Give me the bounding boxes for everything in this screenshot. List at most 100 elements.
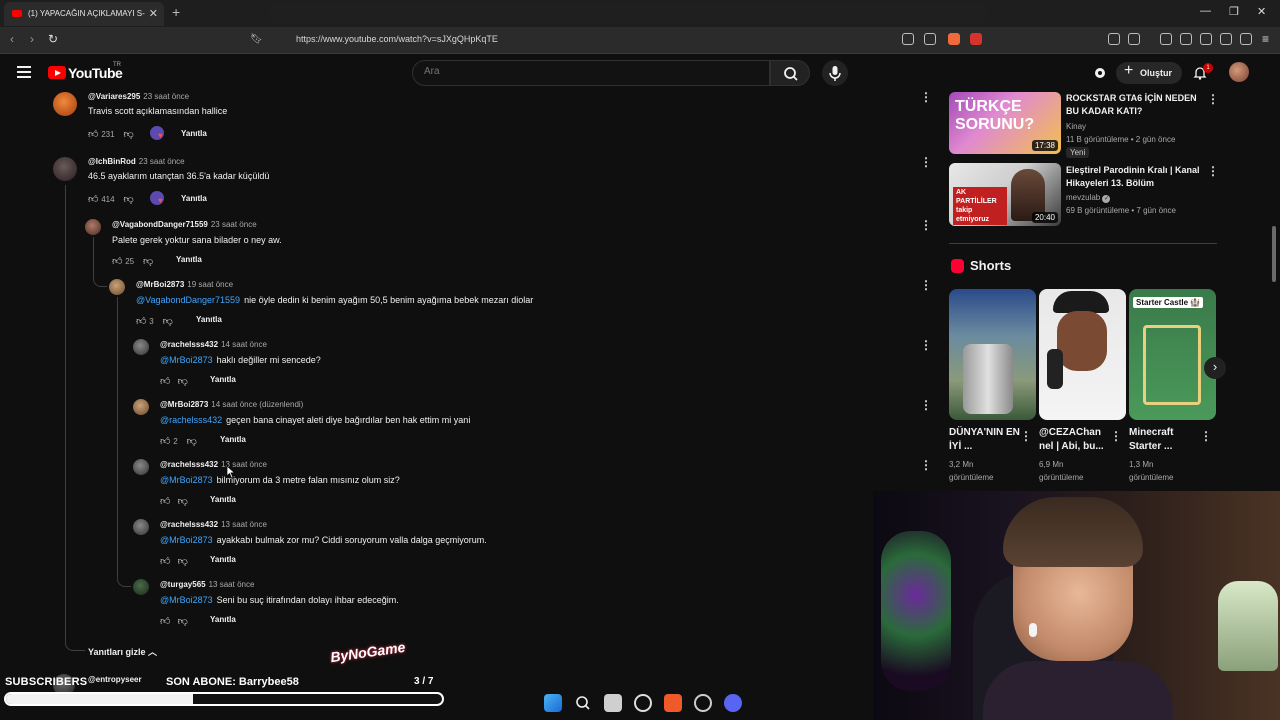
- maximize-button[interactable]: ❐: [1229, 5, 1239, 18]
- dislike-icon[interactable]: 👎︎: [178, 615, 189, 627]
- avatar[interactable]: [85, 219, 101, 235]
- comment-author[interactable]: @IchBinRod 23 saat önce: [88, 157, 185, 166]
- video-thumbnail[interactable]: TÜRKÇE SORUNU? 17:38: [949, 92, 1061, 154]
- reload-icon[interactable]: ↻: [48, 32, 58, 46]
- url-field[interactable]: [268, 3, 988, 24]
- like-icon[interactable]: 👍︎: [160, 555, 171, 567]
- shorts-thumbnail[interactable]: Starter Castle 🏰: [1129, 289, 1216, 420]
- sidebar-icon[interactable]: [1180, 33, 1192, 45]
- avatar[interactable]: [53, 92, 77, 116]
- dislike-icon[interactable]: 👎︎: [178, 375, 189, 387]
- comment-author[interactable]: @turgay565 13 saat önce: [160, 580, 254, 589]
- video-thumbnail[interactable]: AK PARTİLİLER takip etmiyoruz 20:40: [949, 163, 1061, 226]
- screenshot-icon[interactable]: [1128, 33, 1140, 45]
- dislike-icon[interactable]: 👎︎: [187, 435, 198, 447]
- avatar[interactable]: [109, 279, 125, 295]
- create-button[interactable]: Oluştur: [1116, 60, 1182, 84]
- mention-link[interactable]: @MrBoi2873: [160, 475, 213, 485]
- reply-button[interactable]: Yanıtla: [176, 255, 202, 264]
- comment-author[interactable]: @VagabondDanger71559 23 saat önce: [112, 220, 257, 229]
- reply-button[interactable]: Yanıtla: [181, 194, 207, 203]
- reply-button[interactable]: Yanıtla: [210, 615, 236, 624]
- dislike-icon[interactable]: 👎︎: [178, 495, 189, 507]
- like-icon[interactable]: 👍︎: [160, 375, 171, 387]
- more-options-icon[interactable]: ⋮: [920, 155, 932, 169]
- discord-icon[interactable]: [724, 694, 742, 712]
- scrollbar-thumb[interactable]: [1272, 226, 1276, 282]
- extensions-icon[interactable]: [1108, 33, 1120, 45]
- mention-link[interactable]: @MrBoi2873: [160, 535, 213, 545]
- shorts-title[interactable]: @CEZAChan nel | Abi, bu...: [1039, 426, 1117, 454]
- gear-icon[interactable]: [1092, 65, 1108, 81]
- reply-button[interactable]: Yanıtla: [196, 315, 222, 324]
- shorts-thumbnail[interactable]: [949, 289, 1036, 420]
- avatar[interactable]: [133, 339, 149, 355]
- reply-button[interactable]: Yanıtla: [220, 435, 246, 444]
- like-icon[interactable]: 👍︎: [112, 255, 123, 267]
- comment-author[interactable]: @MrBoi2873 19 saat önce: [136, 280, 233, 289]
- windows-start-icon[interactable]: [544, 694, 562, 712]
- back-icon[interactable]: ‹: [10, 32, 14, 46]
- mention-link[interactable]: @MrBoi2873: [160, 355, 213, 365]
- like-icon[interactable]: 👍︎: [160, 435, 171, 447]
- more-options-icon[interactable]: ⋮: [1110, 429, 1122, 443]
- wallet-icon[interactable]: [1200, 33, 1212, 45]
- avatar[interactable]: [53, 157, 77, 181]
- channel-name[interactable]: mevzulab ✓: [1066, 193, 1111, 203]
- dislike-icon[interactable]: 👎︎: [143, 255, 154, 267]
- search-button[interactable]: [770, 60, 810, 86]
- like-icon[interactable]: 👍︎: [136, 315, 147, 327]
- brave-browser-icon[interactable]: [664, 694, 682, 712]
- new-tab-button[interactable]: +: [172, 4, 180, 20]
- mention-link[interactable]: @MrBoi2873: [160, 595, 213, 605]
- reply-button[interactable]: Yanıtla: [210, 375, 236, 384]
- next-arrow-button[interactable]: ›: [1204, 357, 1226, 379]
- avatar[interactable]: [133, 399, 149, 415]
- shorts-title[interactable]: DÜNYA'NIN EN İYİ ...: [949, 426, 1027, 454]
- more-options-icon[interactable]: ⋮: [920, 338, 932, 352]
- cast-icon[interactable]: [902, 33, 914, 45]
- avatar[interactable]: [133, 519, 149, 535]
- more-options-icon[interactable]: ⋮: [920, 90, 932, 104]
- dislike-icon[interactable]: 👎︎: [178, 555, 189, 567]
- account-avatar[interactable]: [1229, 62, 1249, 82]
- mention-link[interactable]: @rachelsss432: [160, 415, 222, 425]
- task-view-icon[interactable]: [604, 694, 622, 712]
- search-icon[interactable]: [574, 694, 592, 712]
- like-icon[interactable]: 👍︎: [88, 193, 99, 205]
- like-icon[interactable]: 👍︎: [160, 615, 171, 627]
- reply-button[interactable]: Yanıtla: [210, 495, 236, 504]
- channel-name[interactable]: Kinay: [1066, 122, 1086, 131]
- avatar[interactable]: [133, 459, 149, 475]
- mention-link[interactable]: @VagabondDanger71559: [136, 295, 240, 305]
- voice-search-button[interactable]: [822, 60, 848, 86]
- vpn-icon[interactable]: [1240, 33, 1252, 45]
- reply-button[interactable]: Yanıtla: [210, 555, 236, 564]
- more-options-icon[interactable]: ⋮: [1020, 429, 1032, 443]
- avatar[interactable]: [133, 579, 149, 595]
- reply-button[interactable]: Yanıtla: [181, 129, 207, 138]
- like-icon[interactable]: 👍︎: [160, 495, 171, 507]
- url-text[interactable]: https://www.youtube.com/watch?v=sJXgQHpK…: [296, 34, 498, 44]
- comment-author[interactable]: @rachelsss432 13 saat önce: [160, 520, 267, 529]
- more-options-icon[interactable]: ⋮: [920, 278, 932, 292]
- dislike-icon[interactable]: 👎︎: [163, 315, 174, 327]
- brave-rewards-icon[interactable]: [970, 33, 982, 45]
- shorts-title[interactable]: Minecraft Starter ...: [1129, 426, 1207, 454]
- media-icon[interactable]: [1160, 33, 1172, 45]
- share-icon[interactable]: [924, 33, 936, 45]
- comment-author[interactable]: @MrBoi2873 14 saat önce (düzenlendi): [160, 400, 303, 409]
- more-options-icon[interactable]: ⋮: [1207, 164, 1219, 178]
- hide-replies-button[interactable]: Yanıtları gizle ︿: [88, 645, 157, 658]
- video-title[interactable]: ROCKSTAR GTA6 İÇİN NEDEN BU KADAR KATI?: [1066, 92, 1206, 118]
- chatgpt-icon[interactable]: [634, 694, 652, 712]
- tab-close-icon[interactable]: ✕: [149, 2, 158, 26]
- youtube-logo-icon[interactable]: [48, 66, 66, 79]
- more-options-icon[interactable]: ⋮: [1200, 429, 1212, 443]
- dislike-icon[interactable]: 👎︎: [123, 128, 134, 140]
- comment-author[interactable]: @Variares295 23 saat önce: [88, 92, 189, 101]
- comment-author[interactable]: @rachelsss432 14 saat önce: [160, 340, 267, 349]
- close-window-button[interactable]: ✕: [1257, 5, 1266, 18]
- steam-icon[interactable]: [694, 694, 712, 712]
- more-options-icon[interactable]: ⋮: [920, 218, 932, 232]
